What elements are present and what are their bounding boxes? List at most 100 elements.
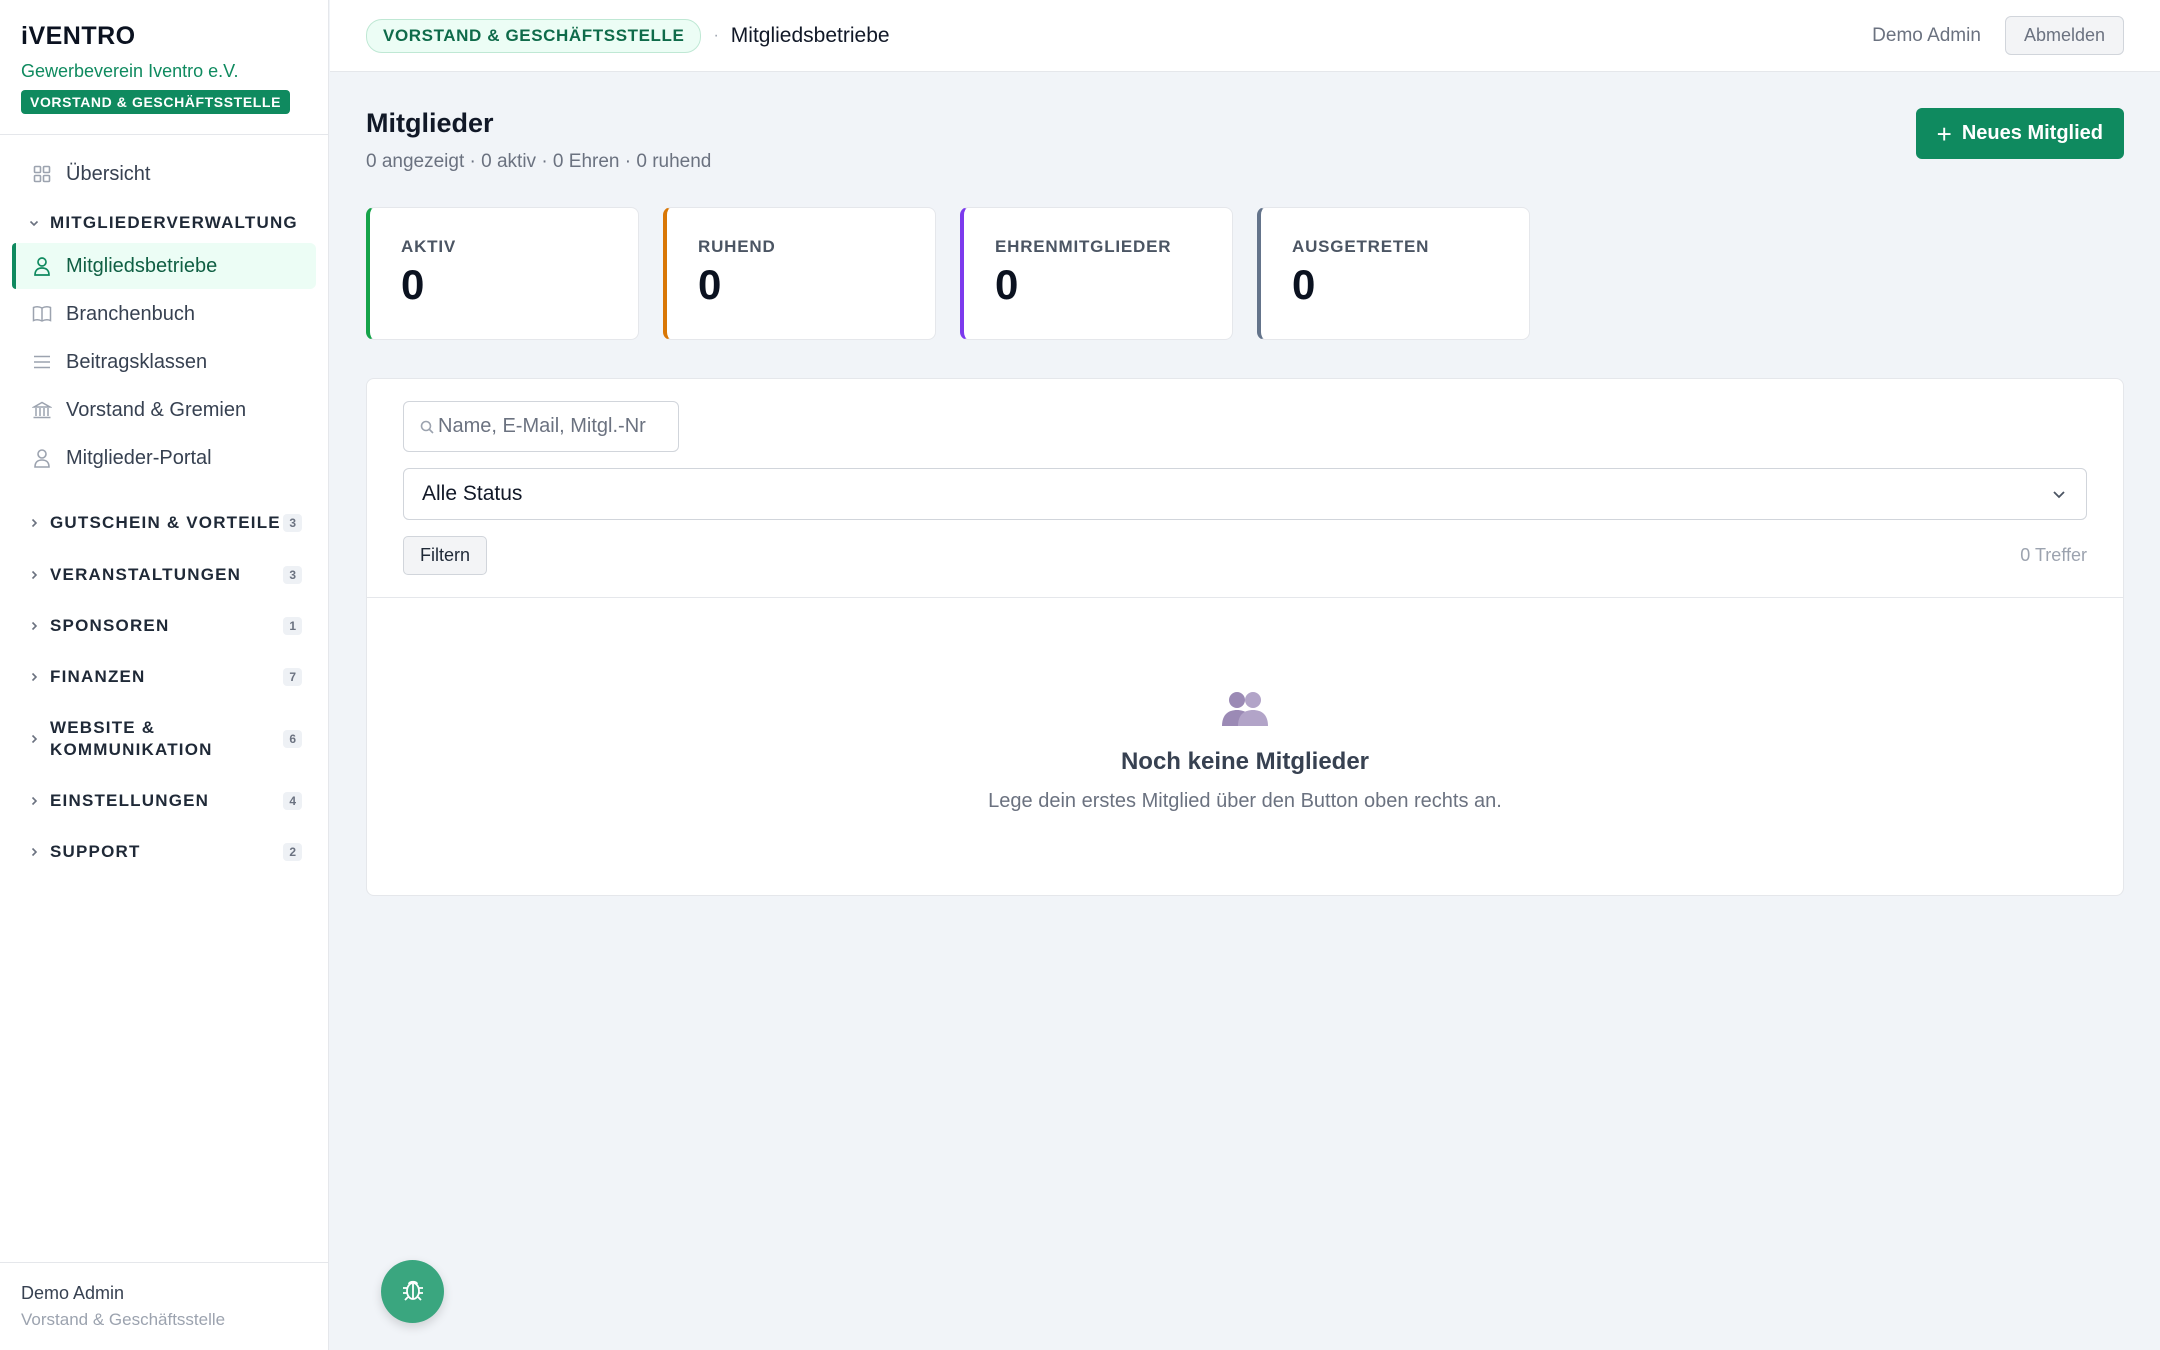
result-count: 0 Treffer — [2020, 545, 2087, 565]
chevron-right-icon — [28, 846, 46, 858]
sidebar-item-vorstand-gremien[interactable]: Vorstand & Gremien — [12, 387, 316, 433]
stat-card-aktiv: AKTIV 0 — [366, 207, 639, 340]
group-count-badge: 6 — [283, 730, 302, 748]
organization-name: Gewerbeverein Iventro e.V. — [21, 61, 239, 81]
sidebar-group-gutschein[interactable]: GUTSCHEIN & VORTEILE 3 — [12, 497, 316, 549]
page-subtitle: 0 angezeigt · 0 aktiv · 0 Ehren · 0 ruhe… — [366, 151, 712, 172]
sidebar-group-title: GUTSCHEIN & VORTEILE — [50, 513, 281, 532]
stat-label: RUHEND — [698, 237, 776, 256]
group-count-badge: 3 — [283, 514, 302, 532]
empty-state-title: Noch keine Mitglieder — [1120, 748, 1370, 775]
filter-actions: Filtern 0 Treffer — [403, 536, 2087, 575]
breadcrumb-separator: · — [713, 26, 719, 44]
stat-label: EHRENMITGLIEDER — [995, 237, 1172, 256]
sidebar-item-mitgliedsbetriebe[interactable]: Mitgliedsbetriebe — [12, 243, 316, 289]
chevron-right-icon — [28, 795, 46, 807]
sidebar-group-title: VERANSTALTUNGEN — [50, 565, 242, 584]
group-count-badge: 7 — [283, 668, 302, 686]
app-logo[interactable]: iVENTRO — [21, 22, 307, 51]
sidebar-item-branchenbuch[interactable]: Branchenbuch — [12, 291, 316, 337]
sidebar-group-title: SPONSOREN — [50, 616, 170, 635]
sidebar-group-veranstaltungen[interactable]: VERANSTALTUNGEN 3 — [12, 549, 316, 601]
empty-state-text: Lege dein erstes Mitglied über den Butto… — [988, 790, 1502, 812]
status-selected-value: Alle Status — [422, 482, 523, 505]
sidebar-nav: Übersicht MITGLIEDERVERWALTUNG Mitglieds… — [0, 135, 328, 877]
search-placeholder: Name, E-Mail, Mitgl.-Nr — [438, 415, 646, 437]
stat-value: 0 — [401, 261, 425, 308]
sidebar-user-role: Vorstand & Geschäftsstelle — [21, 1310, 226, 1329]
sidebar-group-support[interactable]: SUPPORT 2 — [12, 827, 316, 877]
sidebar-group-title: MITGLIEDERVERWALTUNG — [50, 213, 298, 232]
sidebar-group-mitgliederverwaltung[interactable]: MITGLIEDERVERWALTUNG — [12, 205, 316, 241]
chevron-right-icon — [28, 620, 46, 632]
chevron-right-icon — [28, 733, 46, 745]
sidebar-group-finanzen[interactable]: FINANZEN 7 — [12, 651, 316, 703]
book-icon — [31, 303, 53, 325]
user-icon — [31, 255, 53, 277]
sidebar-group-title: FINANZEN — [50, 667, 146, 686]
sidebar-group-einstellungen[interactable]: EINSTELLUNGEN 4 — [12, 775, 316, 827]
stat-card-ruhend: RUHEND 0 — [663, 207, 936, 340]
stat-value: 0 — [698, 261, 722, 308]
sidebar-group-website[interactable]: WEBSITE & KOMMUNIKATION 6 — [12, 703, 316, 775]
stat-value: 0 — [1292, 261, 1316, 308]
user-icon — [31, 447, 53, 469]
new-member-button[interactable]: + Neues Mitglied — [1915, 108, 2124, 159]
group-count-badge: 4 — [283, 792, 302, 810]
brand: iVENTRO Gewerbeverein Iventro e.V. VORST… — [0, 0, 328, 135]
sidebar-item-beitragsklassen[interactable]: Beitragsklassen — [12, 339, 316, 385]
search-input[interactable]: Name, E-Mail, Mitgl.-Nr — [403, 401, 679, 452]
page-header: Mitglieder 0 angezeigt · 0 aktiv · 0 Ehr… — [366, 108, 2124, 173]
sidebar-user-info: Demo Admin Vorstand & Geschäftsstelle — [0, 1262, 328, 1350]
chevron-right-icon — [28, 517, 46, 529]
stat-card-ehrenmitglieder: EHRENMITGLIEDER 0 — [960, 207, 1233, 340]
sidebar-user-name: Demo Admin — [21, 1283, 125, 1303]
role-badge: VORSTAND & GESCHÄFTSSTELLE — [21, 90, 291, 114]
breadcrumb-current: Mitgliedsbetriebe — [730, 23, 890, 47]
plus-icon: + — [1936, 118, 1952, 149]
chevron-right-icon — [28, 569, 46, 581]
group-count-badge: 3 — [283, 566, 302, 584]
building-icon — [31, 399, 53, 421]
new-member-label: Neues Mitglied — [1961, 122, 2103, 144]
stat-value: 0 — [995, 261, 1019, 308]
sidebar: iVENTRO Gewerbeverein Iventro e.V. VORST… — [0, 0, 329, 1350]
empty-state: Noch keine Mitglieder Lege dein erstes M… — [367, 598, 2123, 813]
chevron-down-icon — [28, 217, 46, 229]
group-count-badge: 1 — [283, 617, 302, 635]
sidebar-item-label: Vorstand & Gremien — [66, 398, 247, 421]
main-content: Mitglieder 0 angezeigt · 0 aktiv · 0 Ehr… — [366, 72, 2124, 896]
sidebar-item-overview[interactable]: Übersicht — [12, 151, 316, 197]
bug-report-button[interactable] — [381, 1260, 444, 1323]
chevron-down-icon — [2050, 485, 2068, 503]
page-title: Mitglieder — [366, 108, 494, 138]
stat-label: AUSGETRETEN — [1292, 237, 1430, 256]
sidebar-item-label: Mitglieder-Portal — [66, 446, 212, 469]
sidebar-item-label: Beitragsklassen — [66, 350, 208, 373]
filter-bar: Name, E-Mail, Mitgl.-Nr Alle Status Filt… — [367, 379, 2123, 598]
sidebar-group-title: EINSTELLUNGEN — [50, 791, 210, 810]
stats-row: AKTIV 0 RUHEND 0 EHRENMITGLIEDER 0 AUSGE… — [366, 207, 2124, 340]
filter-button[interactable]: Filtern — [403, 536, 488, 575]
stat-card-ausgetreten: AUSGETRETEN 0 — [1257, 207, 1530, 340]
sidebar-item-label: Mitgliedsbetriebe — [66, 254, 218, 277]
sidebar-item-label: Übersicht — [66, 162, 151, 185]
sidebar-item-mitglieder-portal[interactable]: Mitglieder-Portal — [12, 435, 316, 481]
sidebar-item-label: Branchenbuch — [66, 302, 195, 325]
chevron-right-icon — [28, 671, 46, 683]
current-user-name: Demo Admin — [1872, 24, 1981, 46]
topbar-user-area: Demo Admin Abmelden — [1872, 16, 2124, 55]
users-icon — [1221, 690, 1269, 730]
members-panel: Name, E-Mail, Mitgl.-Nr Alle Status Filt… — [366, 378, 2124, 896]
bug-icon — [399, 1275, 427, 1308]
status-select[interactable]: Alle Status — [403, 468, 2087, 520]
list-icon — [31, 351, 53, 373]
stat-label: AKTIV — [401, 237, 456, 256]
sidebar-group-title: WEBSITE & KOMMUNIKATION — [50, 718, 213, 759]
group-count-badge: 2 — [283, 843, 302, 861]
topbar: VORSTAND & GESCHÄFTSSTELLE · Mitgliedsbe… — [330, 0, 2160, 72]
breadcrumb-role-badge[interactable]: VORSTAND & GESCHÄFTSSTELLE — [366, 18, 702, 53]
logout-button[interactable]: Abmelden — [2004, 16, 2124, 55]
sidebar-group-sponsoren[interactable]: SPONSOREN 1 — [12, 601, 316, 651]
grid-icon — [31, 163, 53, 185]
